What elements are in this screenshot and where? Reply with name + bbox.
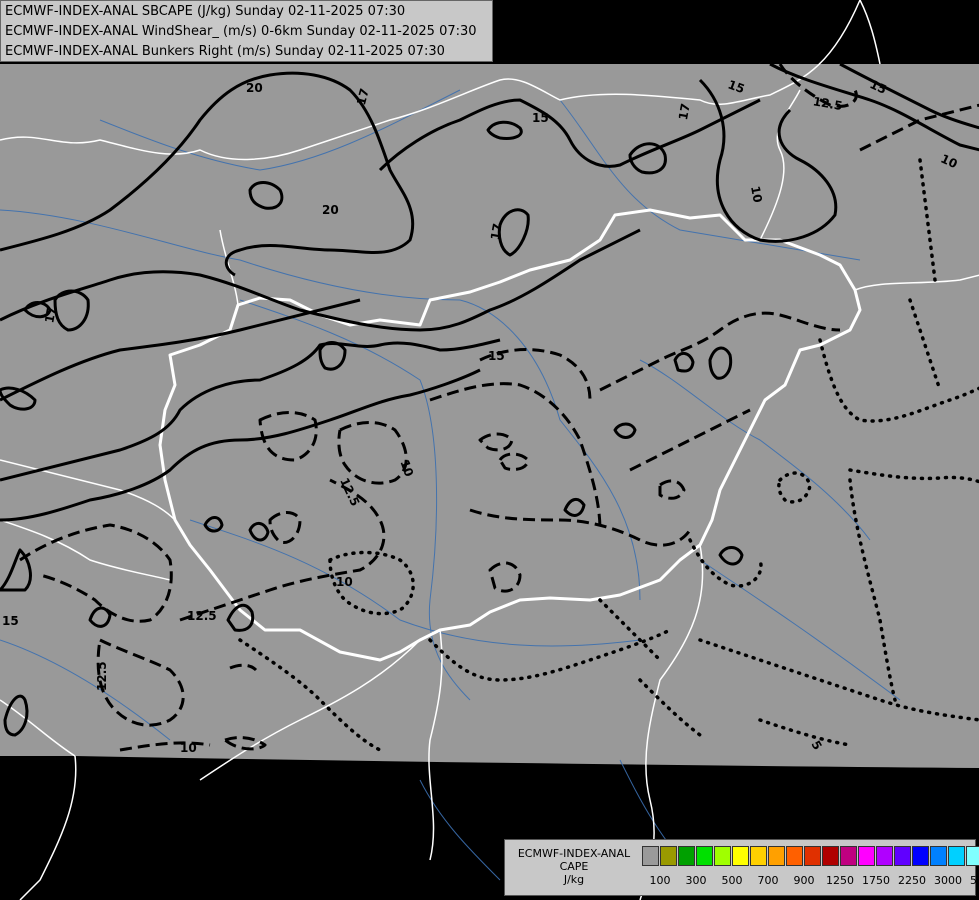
legend-swatch [966, 846, 979, 866]
legend-swatch [660, 846, 677, 866]
legend-title-param: CAPE [559, 860, 589, 873]
legend-swatch [696, 846, 713, 866]
title-bunkers-right: ECMWF-INDEX-ANAL Bunkers Right (m/s) Sun… [5, 44, 445, 59]
dashed-label: 10 [748, 185, 765, 204]
title-windshear: ECMWF-INDEX-ANAL WindShear_ (m/s) 0-6km … [5, 24, 477, 39]
legend-ticks: 100 300 500 700 900 1250 1750 2250 3000 5000 [642, 874, 979, 888]
legend-tick-label: 1250 [826, 874, 854, 887]
legend-tick-label: 3000 [934, 874, 962, 887]
legend-swatches [642, 846, 979, 866]
title-sbcape: ECMWF-INDEX-ANAL SBCAPE (J/kg) Sunday 02… [5, 4, 406, 19]
legend-tick-label: 5000 [970, 874, 979, 887]
legend-swatch [786, 846, 803, 866]
legend-swatch [840, 846, 857, 866]
legend-tick-label: 2250 [898, 874, 926, 887]
solid-label: 15 [532, 111, 549, 125]
legend-swatch [822, 846, 839, 866]
legend-tick-label: 500 [721, 874, 743, 887]
map-svg: 20 20 17 15 17 17 15 15 17 15 15 12.5 12… [0, 0, 979, 900]
dashed-label: 12.5 [95, 661, 109, 691]
legend-swatch [804, 846, 821, 866]
solid-label: 20 [322, 203, 339, 217]
model-domain-area [0, 64, 979, 768]
legend-swatch [678, 846, 695, 866]
solid-label: 17 [488, 222, 505, 241]
solid-label: 20 [246, 81, 263, 95]
solid-label: 15 [2, 614, 19, 628]
legend-tick-label: 300 [685, 874, 707, 887]
legend-tick-label: 900 [793, 874, 815, 887]
legend-swatch [876, 846, 893, 866]
legend-swatch [714, 846, 731, 866]
legend-swatch [732, 846, 749, 866]
legend-tick-label: 100 [649, 874, 671, 887]
dashed-label: 10 [180, 741, 197, 755]
legend-tick-label: 700 [757, 874, 779, 887]
solid-label: 17 [42, 305, 59, 324]
map-title-box: ECMWF-INDEX-ANAL SBCAPE (J/kg) Sunday 02… [0, 0, 493, 62]
legend-swatch [912, 846, 929, 866]
legend-swatch [930, 846, 947, 866]
legend-swatch [768, 846, 785, 866]
cape-legend: ECMWF-INDEX-ANAL CAPE J/kg 100 300 500 700 9… [504, 839, 979, 896]
legend-swatch [948, 846, 965, 866]
legend-swatch [750, 846, 767, 866]
dashed-label: 10 [336, 575, 353, 589]
legend-swatch [894, 846, 911, 866]
solid-label: 15 [488, 349, 505, 363]
legend-swatch [858, 846, 875, 866]
legend-title-source: ECMWF-INDEX-ANAL [517, 847, 631, 860]
solid-label: 17 [676, 102, 693, 121]
legend-title: ECMWF-INDEX-ANAL CAPE J/kg [509, 847, 639, 886]
legend-title-unit: J/kg [563, 873, 585, 886]
map-canvas: 20 20 17 15 17 17 15 15 17 15 15 12.5 12… [0, 0, 979, 900]
dashed-label: 12.5 [187, 609, 217, 623]
legend-swatch [642, 846, 659, 866]
legend-tick-label: 1750 [862, 874, 890, 887]
